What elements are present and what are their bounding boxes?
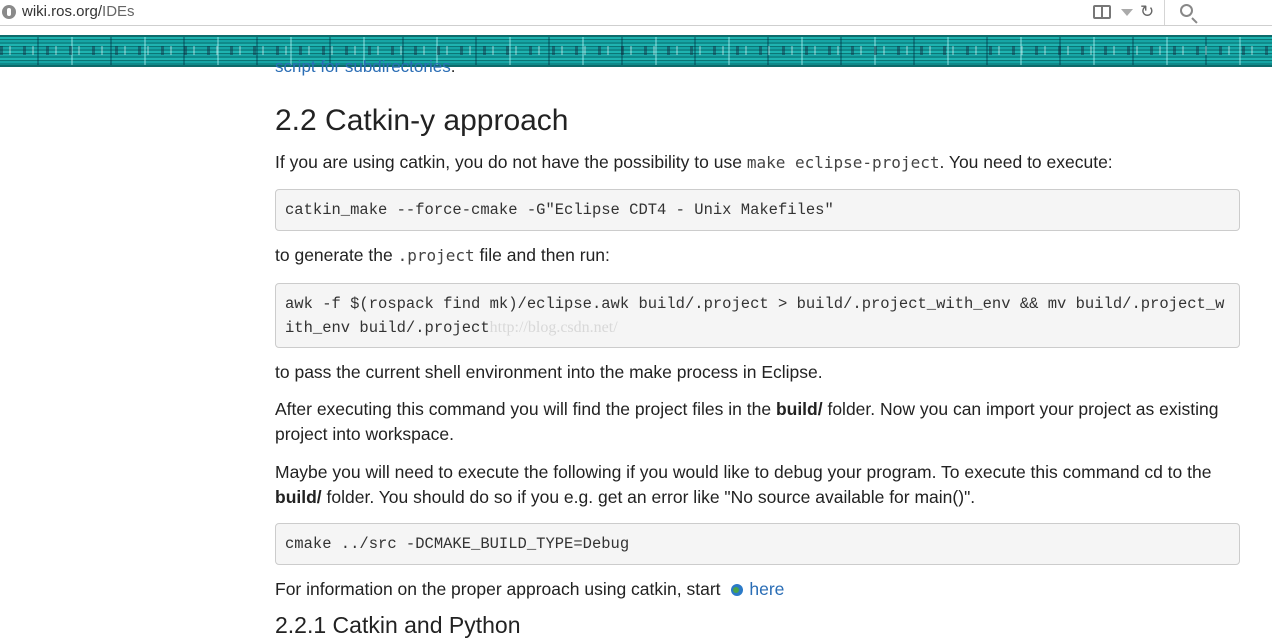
search-icon[interactable] — [1180, 4, 1193, 17]
url-field[interactable]: wiki.ros.org/IDEs — [22, 3, 135, 20]
url-host: wiki.ros.org/ — [22, 3, 103, 20]
url-path: IDEs — [102, 3, 135, 20]
here-link[interactable]: here — [749, 579, 784, 599]
paragraph-build-folder: After executing this command you will fi… — [275, 399, 1219, 444]
paragraph-shell-env: to pass the current shell environment in… — [275, 362, 823, 382]
paragraph-more-info: For information on the proper approach u… — [275, 579, 785, 599]
code-block-catkin-make: catkin_make --force-cmake -G"Eclipse CDT… — [275, 189, 1240, 231]
cut-off-line: script for subdirectories. — [275, 57, 456, 76]
reader-view-icon[interactable] — [1093, 5, 1111, 19]
section-title: 2.2 Catkin-y approach — [275, 104, 569, 137]
inline-code: .project — [397, 246, 475, 265]
code-block-cmake: cmake ../src -DCMAKE_BUILD_TYPE=Debug — [275, 523, 1240, 565]
code-block-awk: awk -f $(rospack find mk)/eclipse.awk bu… — [275, 283, 1240, 348]
reload-icon[interactable]: ↻ — [1140, 4, 1154, 21]
paragraph-generate: to generate the .project file and then r… — [275, 245, 610, 265]
inline-code: make eclipse-project — [746, 153, 940, 172]
subdirectories-link[interactable]: script for subdirectories — [275, 57, 451, 76]
watermark: http://blog.csdn.net/ — [489, 319, 618, 336]
address-bar[interactable]: wiki.ros.org/IDEs ↻ — [0, 0, 1272, 26]
chevron-down-icon[interactable] — [1121, 9, 1133, 16]
external-link-icon — [731, 584, 744, 596]
globe-icon — [2, 5, 16, 19]
paragraph-intro: If you are using catkin, you do not have… — [275, 152, 1113, 172]
paragraph-debug: Maybe you will need to execute the follo… — [275, 462, 1212, 507]
subsection-title: 2.2.1 Catkin and Python — [275, 612, 521, 638]
